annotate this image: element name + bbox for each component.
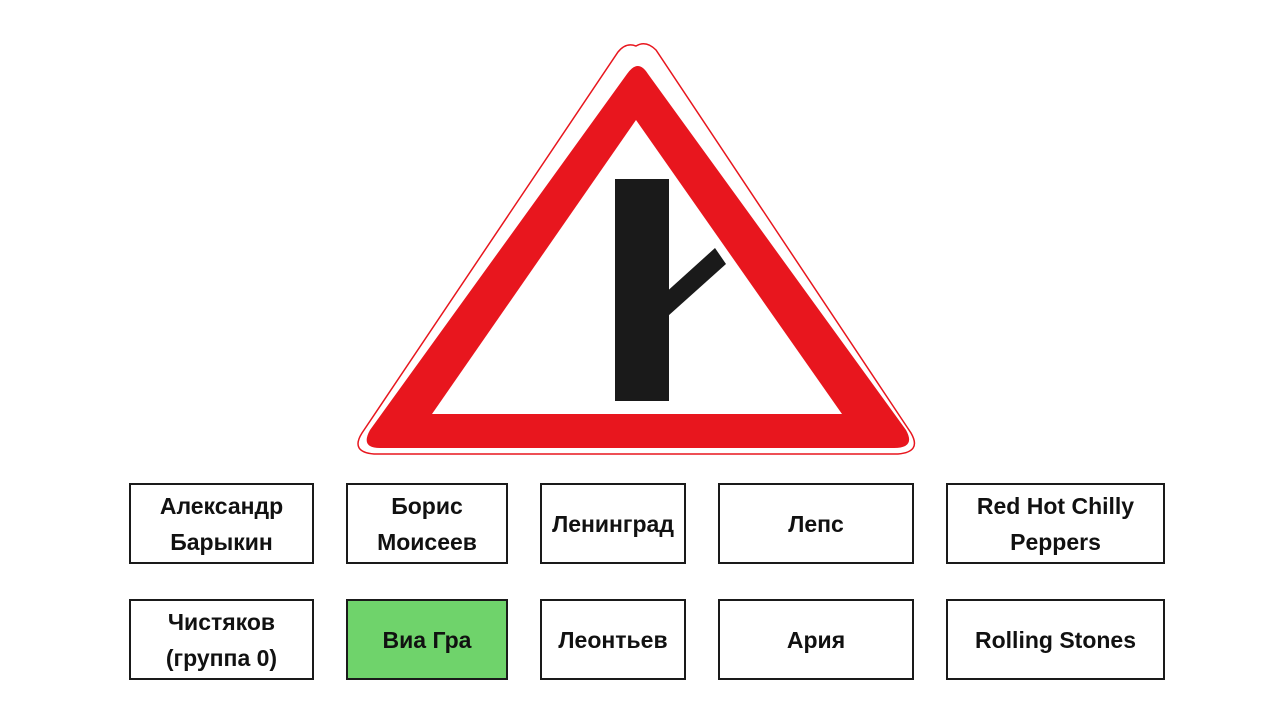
answer-option-7[interactable]: Виа Гра	[346, 599, 508, 680]
road-sign-side-road-junction-right-icon	[357, 43, 916, 455]
answer-option-6[interactable]: Чистяков (группа 0)	[129, 599, 314, 680]
answer-option-5[interactable]: Red Hot Chilly Peppers	[946, 483, 1165, 564]
answer-option-3[interactable]: Ленинград	[540, 483, 686, 564]
answer-option-4[interactable]: Лепс	[718, 483, 914, 564]
quiz-slide: Александр Барыкин Борис Моисеев Ленингра…	[0, 0, 1280, 720]
answer-option-10[interactable]: Rolling Stones	[946, 599, 1165, 680]
road-sign-image	[346, 40, 930, 472]
answer-option-8[interactable]: Леонтьев	[540, 599, 686, 680]
answer-option-2[interactable]: Борис Моисеев	[346, 483, 508, 564]
answer-option-1[interactable]: Александр Барыкин	[129, 483, 314, 564]
answer-option-9[interactable]: Ария	[718, 599, 914, 680]
